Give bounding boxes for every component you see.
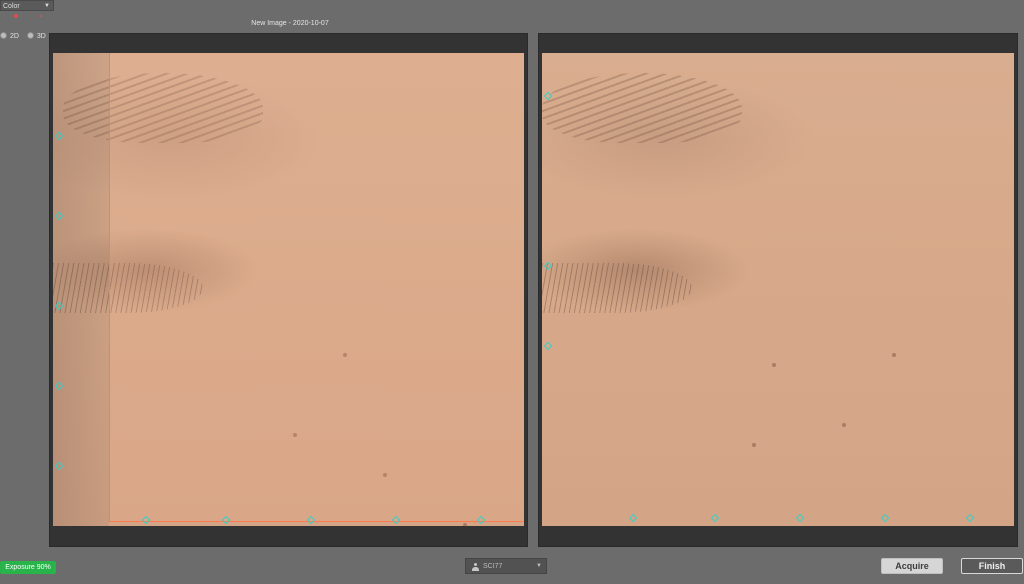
user-select[interactable]: SCI77 ▼ [465, 558, 547, 574]
eyebrow-area [542, 73, 742, 143]
app-window: Color ▼ 2D 3D New Image - 2020-10-07 Exp… [0, 0, 1024, 584]
acquire-button[interactable]: Acquire [881, 558, 943, 574]
left-image-frame[interactable] [53, 53, 524, 526]
skin-spot [772, 363, 776, 367]
skin-spot [752, 443, 756, 447]
dimension-toggle: 2D 3D [0, 32, 52, 40]
chevron-down-icon: ▼ [536, 563, 542, 569]
exposure-badge: Exposure 90% [0, 561, 56, 574]
user-icon [472, 563, 479, 571]
right-viewer-panel[interactable] [538, 33, 1018, 547]
color-mode-select[interactable]: Color ▼ [0, 0, 54, 11]
red-dot-icon [40, 15, 42, 17]
option-3d-label: 3D [36, 32, 46, 40]
indicator-dots [12, 14, 46, 22]
color-mode-value: Color [3, 3, 20, 10]
skin-spot [463, 523, 467, 526]
eyelash-area [542, 263, 692, 313]
radio-icon [26, 32, 34, 39]
option-2d-label: 2D [10, 32, 19, 40]
finish-button[interactable]: Finish [961, 558, 1023, 574]
image-title: New Image - 2020-10-07 [251, 20, 329, 27]
option-3d[interactable]: 3D [26, 32, 46, 40]
alignment-overlay[interactable] [109, 53, 524, 522]
option-2d[interactable]: 2D [0, 32, 21, 40]
skin-spot [892, 353, 896, 357]
right-image-frame[interactable] [542, 53, 1014, 526]
skin-spot [842, 423, 846, 427]
user-select-value: SCI77 [483, 563, 503, 570]
left-viewer-panel[interactable] [49, 33, 528, 547]
red-dot-icon [14, 14, 18, 18]
radio-icon [0, 32, 7, 39]
chevron-down-icon: ▼ [44, 3, 50, 9]
